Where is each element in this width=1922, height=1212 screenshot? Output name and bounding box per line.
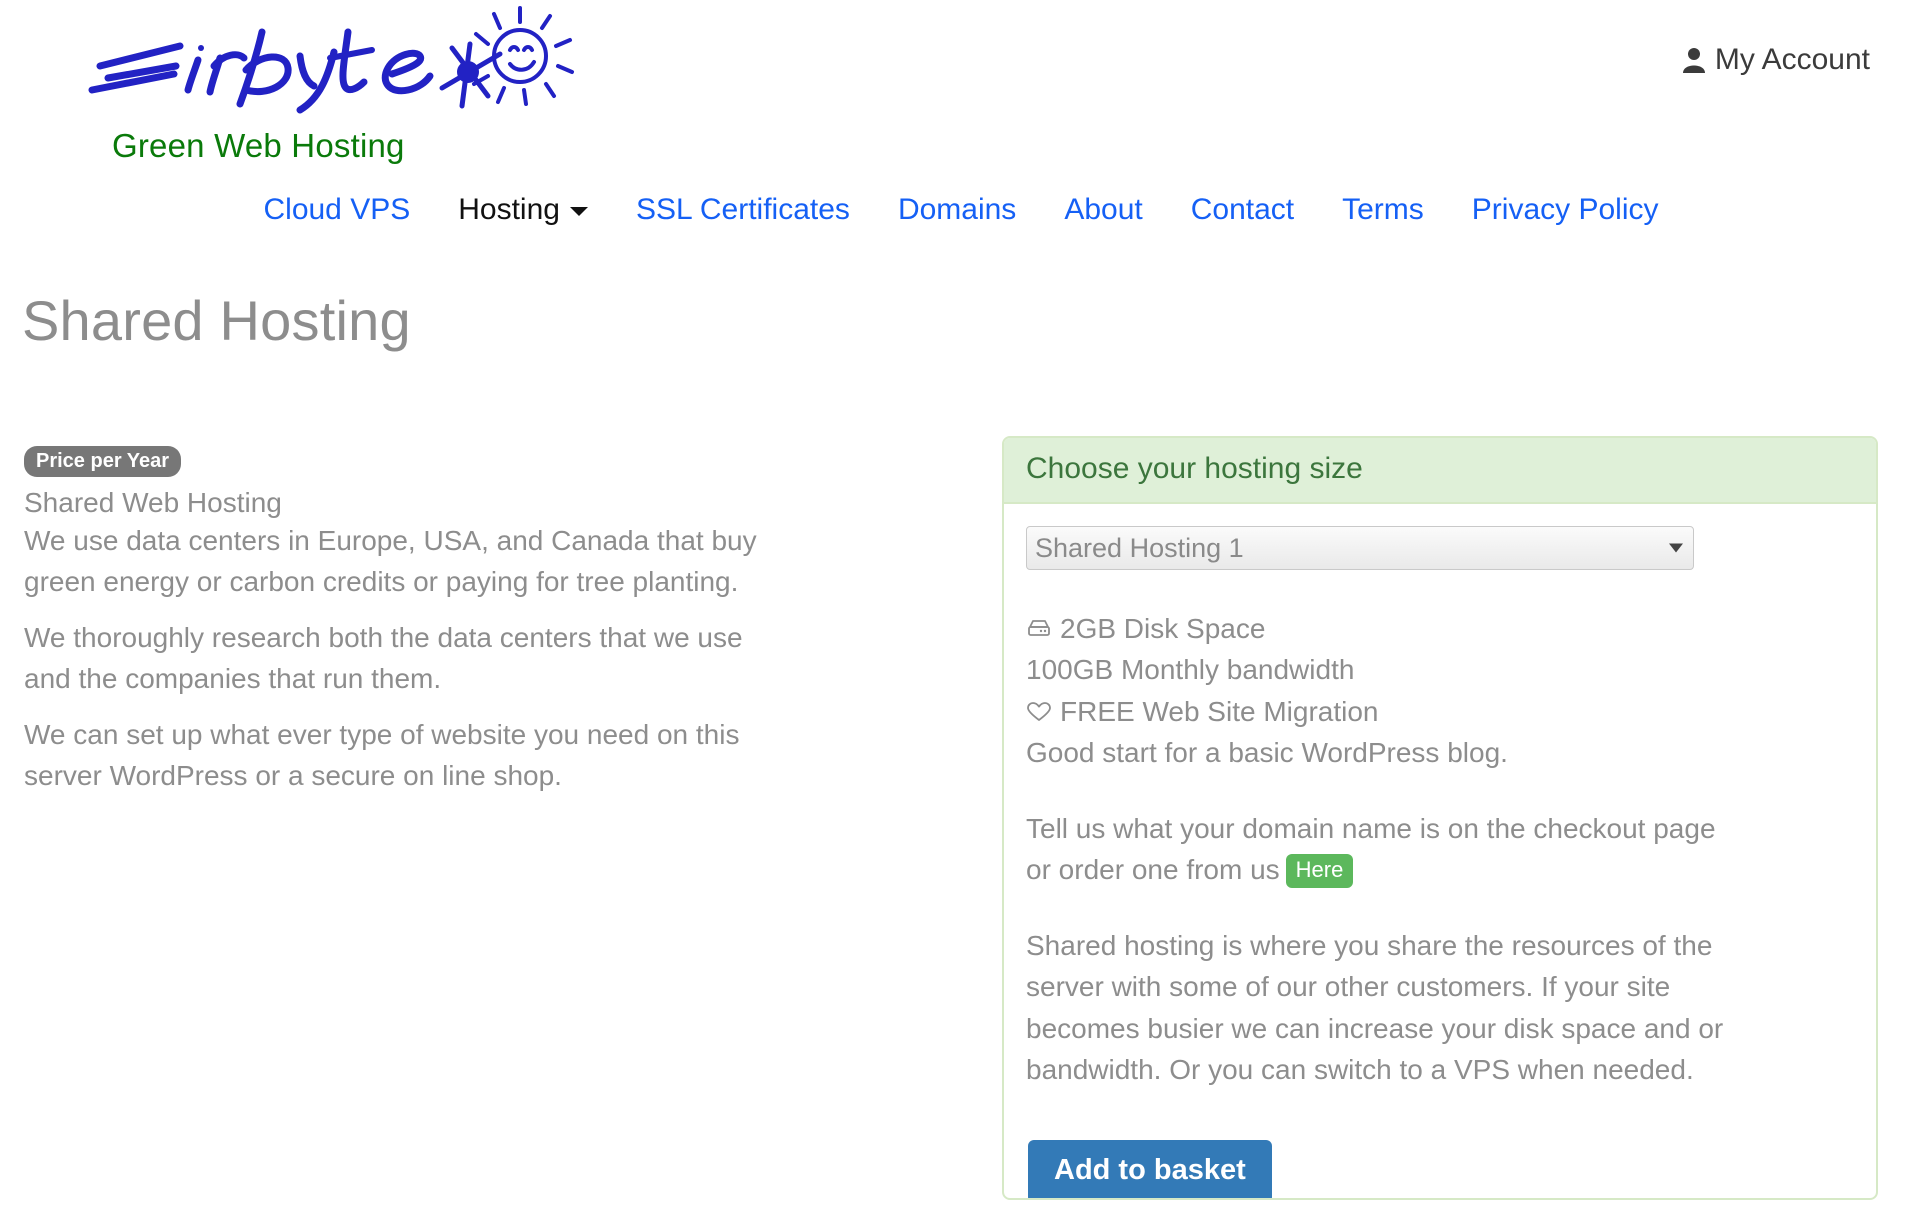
chevron-down-icon (1669, 543, 1683, 553)
panel-heading: Choose your hosting size (1004, 438, 1876, 504)
shared-hosting-description: Shared hosting is where you share the re… (1026, 929, 1724, 1085)
nav-item-cloud-vps[interactable]: Cloud VPS (239, 193, 434, 226)
nav-item-hosting-label: Hosting (458, 193, 560, 226)
order-domain-here-badge[interactable]: Here (1285, 854, 1354, 889)
nav-item-contact[interactable]: Contact (1167, 193, 1318, 226)
site-tagline: Green Web Hosting (112, 127, 405, 164)
hard-drive-icon (1026, 618, 1052, 640)
site-header: Green Web Hosting My Account (0, 0, 1922, 180)
nav-item-about[interactable]: About (1040, 193, 1166, 226)
feature-good-start-label: Good start for a basic WordPress blog. (1026, 737, 1508, 769)
domain-note-text: Tell us what your domain name is on the … (1026, 812, 1716, 886)
my-account-link[interactable]: My Account (1682, 43, 1870, 77)
nav-item-domains[interactable]: Domains (874, 193, 1040, 226)
feature-migration-label: FREE Web Site Migration (1060, 695, 1379, 727)
feature-good-start: Good start for a basic WordPress blog. (1026, 732, 1854, 773)
feature-bandwidth-label: 100GB Monthly bandwidth (1026, 654, 1355, 686)
person-icon (1682, 47, 1705, 73)
left-content-column: Price per Year Shared Web Hosting We use… (24, 446, 924, 797)
add-to-basket-button[interactable]: Add to basket (1028, 1140, 1272, 1198)
left-paragraph-3: We can set up what ever type of website … (24, 718, 740, 792)
feature-migration: FREE Web Site Migration (1026, 691, 1854, 732)
eirbyte-logo-icon (88, 6, 574, 114)
nav-item-terms[interactable]: Terms (1318, 193, 1448, 226)
chevron-down-icon (569, 206, 588, 216)
my-account-label: My Account (1714, 43, 1870, 76)
hosting-size-select[interactable]: Shared Hosting 1 (1026, 526, 1694, 570)
section-subtitle: Shared Web Hosting (24, 487, 282, 518)
nav-item-hosting[interactable]: Hosting (434, 193, 612, 226)
price-per-year-badge: Price per Year (24, 446, 182, 477)
page-title: Shared Hosting (22, 289, 411, 352)
page-root: Green Web Hosting My Account Cloud VPS H… (0, 0, 1922, 1212)
nav-item-ssl-certificates[interactable]: SSL Certificates (612, 193, 874, 226)
hosting-size-panel: Choose your hosting size Shared Hosting … (1002, 436, 1878, 1200)
left-paragraph-2: We thoroughly research both the data cen… (24, 621, 743, 695)
domain-note: Tell us what your domain name is on the … (1026, 808, 1732, 891)
panel-body: Shared Hosting 1 2GB Disk Space 100GB Mo… (1004, 504, 1876, 1198)
hosting-size-selected-value: Shared Hosting 1 (1035, 532, 1244, 563)
site-logo[interactable] (48, 4, 578, 114)
heart-icon (1026, 701, 1052, 723)
nav-item-privacy-policy[interactable]: Privacy Policy (1448, 193, 1683, 226)
feature-bandwidth: 100GB Monthly bandwidth (1026, 649, 1854, 690)
feature-disk-space-label: 2GB Disk Space (1060, 613, 1266, 644)
left-paragraph-1: We use data centers in Europe, USA, and … (24, 525, 757, 598)
feature-disk-space: 2GB Disk Space (1026, 608, 1854, 649)
main-navigation: Cloud VPS Hosting SSL Certificates Domai… (0, 193, 1922, 226)
feature-list: 2GB Disk Space 100GB Monthly bandwidth F… (1026, 608, 1854, 774)
